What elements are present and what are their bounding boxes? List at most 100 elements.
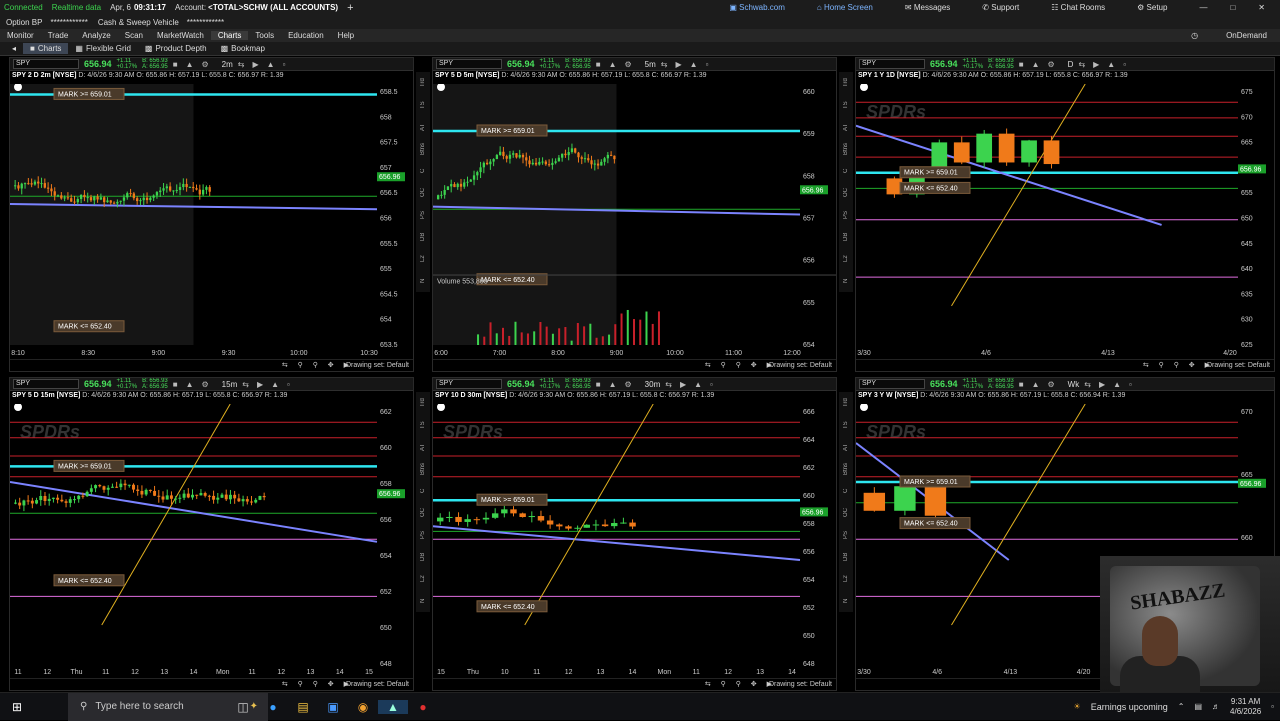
chart-panel[interactable]: SPY 656.94 +1.11 +0.17% B: 656.93 A: 656.9…	[855, 57, 1275, 372]
side-tab-at[interactable]: AT	[416, 116, 430, 138]
record-icon[interactable]: ●	[408, 700, 438, 714]
home-screen-link[interactable]: ⌂ Home Screen	[817, 3, 882, 12]
drawing-set[interactable]: Drawing set: Default	[769, 362, 832, 369]
aggregation-select[interactable]: 2m	[222, 60, 233, 69]
side-tab-ps[interactable]: PS	[416, 204, 430, 226]
side-tab-n[interactable]: N	[416, 270, 430, 292]
mark-upper-alert[interactable]: MARK >= 659.01	[899, 475, 971, 488]
mark-upper-alert[interactable]: MARK >= 659.01	[899, 166, 971, 179]
task-view-icon[interactable]: ◫	[228, 700, 258, 714]
drawing-tools-icons[interactable]: ⇆▶▲▫	[665, 380, 721, 389]
chart-toolbar-icons[interactable]: ■▲⚙	[1019, 380, 1063, 389]
side-tab-l2[interactable]: L2	[416, 248, 430, 270]
aggregation-select[interactable]: D	[1068, 60, 1074, 69]
side-tab-n[interactable]: N	[839, 270, 853, 292]
side-tab-btns[interactable]: Btns	[839, 138, 853, 160]
side-tab-c[interactable]: C	[839, 480, 853, 502]
side-tab-btns[interactable]: Btns	[416, 458, 430, 480]
account-select[interactable]: <TOTAL>SCHW (ALL ACCOUNTS)	[208, 3, 338, 12]
alert-icon[interactable]	[437, 404, 445, 411]
zoom-tools[interactable]: ⇆ ⚲ ⚲ ✥ ▶	[1143, 361, 1214, 369]
setup-link[interactable]: ⚙ Setup	[1137, 3, 1176, 12]
side-tab-l2[interactable]: L2	[839, 248, 853, 270]
clock[interactable]: 9:31 AM 4/6/2026	[1230, 697, 1261, 717]
menu-marketwatch[interactable]: MarketWatch	[150, 31, 211, 40]
side-tab-db[interactable]: DB	[839, 226, 853, 248]
mark-lower-alert[interactable]: MARK <= 652.40	[899, 181, 971, 194]
side-tab-btns[interactable]: Btns	[839, 458, 853, 480]
chart-panel[interactable]: SPY 656.94 +1.11 +0.17% B: 656.93 A: 656.9…	[9, 377, 414, 691]
chart-panel[interactable]: SPY 656.94 +1.11 +0.17% B: 656.93 A: 656.9…	[9, 57, 414, 372]
schwab-link[interactable]: ▣ Schwab.com	[729, 3, 794, 12]
symbol-input[interactable]: SPY	[13, 59, 79, 69]
edge-icon[interactable]: ●	[258, 700, 288, 714]
drawing-set[interactable]: Drawing set: Default	[1207, 362, 1270, 369]
side-tab-at[interactable]: AT	[839, 116, 853, 138]
ondemand-button[interactable]: ◷ OnDemand	[1184, 31, 1280, 40]
tab-charts[interactable]: ■ Charts	[23, 43, 69, 54]
side-tab-ts[interactable]: TS	[416, 414, 430, 436]
back-icon[interactable]: ◂	[0, 43, 23, 54]
zoom-tools[interactable]: ⇆ ⚲ ⚲ ✥ ▶	[705, 680, 776, 688]
chat-rooms-link[interactable]: ☷ Chat Rooms	[1051, 3, 1114, 12]
side-tab-oc[interactable]: OC	[839, 182, 853, 204]
side-tab-trd[interactable]: Trd	[416, 392, 430, 414]
volume-icon[interactable]: ♬	[1212, 702, 1220, 711]
tray-chevron-icon[interactable]: ⌃	[1178, 702, 1185, 711]
side-tab-l2[interactable]: L2	[839, 568, 853, 590]
chart-toolbar-icons[interactable]: ■▲⚙	[1019, 60, 1063, 69]
side-tab-at[interactable]: AT	[839, 436, 853, 458]
side-tab-trd[interactable]: Trd	[416, 72, 430, 94]
drawing-set[interactable]: Drawing set: Default	[346, 681, 409, 688]
side-tab-trd[interactable]: Trd	[839, 72, 853, 94]
side-tab-ts[interactable]: TS	[839, 414, 853, 436]
drawing-tools-icons[interactable]: ⇆▶▲▫	[1084, 380, 1140, 389]
file-explorer-icon[interactable]: ▤	[288, 700, 318, 714]
earnings-upcoming[interactable]: Earnings upcoming	[1091, 702, 1168, 712]
side-tab-ts[interactable]: TS	[416, 94, 430, 116]
maximize-icon[interactable]: □	[1230, 3, 1235, 12]
aggregation-select[interactable]: 30m	[645, 380, 661, 389]
price-chart[interactable]: SPDRs6606596586576566556546:007:008:009:…	[433, 84, 837, 359]
store-icon[interactable]: ▣	[318, 700, 348, 714]
mark-lower-alert[interactable]: MARK <= 652.40	[53, 320, 125, 333]
chrome-icon[interactable]: ◉	[348, 700, 378, 714]
drawing-tools-icons[interactable]: ⇆▶▲▫	[661, 60, 717, 69]
side-tab-ps[interactable]: PS	[839, 524, 853, 546]
symbol-input[interactable]: SPY	[436, 59, 502, 69]
notifications-icon[interactable]: ▫	[1271, 702, 1274, 711]
side-tab-c[interactable]: C	[416, 480, 430, 502]
messages-link[interactable]: ✉ Messages	[905, 3, 959, 12]
side-tab-db[interactable]: DB	[416, 226, 430, 248]
side-tab-db[interactable]: DB	[416, 546, 430, 568]
menu-analyze[interactable]: Analyze	[75, 31, 117, 40]
side-tab-oc[interactable]: OC	[839, 502, 853, 524]
side-tab-c[interactable]: C	[839, 160, 853, 182]
menu-scan[interactable]: Scan	[118, 31, 150, 40]
chart-toolbar-icons[interactable]: ■▲⚙	[596, 380, 640, 389]
alert-icon[interactable]	[860, 404, 868, 411]
side-tab-btns[interactable]: Btns	[416, 138, 430, 160]
tab-bookmap[interactable]: ▩ Bookmap	[214, 43, 272, 54]
menu-monitor[interactable]: Monitor	[0, 31, 41, 40]
close-icon[interactable]: ✕	[1258, 3, 1265, 12]
side-tab-at[interactable]: AT	[416, 436, 430, 458]
symbol-input[interactable]: SPY	[436, 379, 502, 389]
thinkorswim-icon[interactable]: ▲	[378, 699, 408, 714]
mark-lower-alert[interactable]: MARK <= 652.40	[53, 574, 125, 587]
symbol-input[interactable]: SPY	[859, 59, 925, 69]
side-tab-oc[interactable]: OC	[416, 502, 430, 524]
support-link[interactable]: ✆ Support	[982, 3, 1028, 12]
symbol-input[interactable]: SPY	[859, 379, 925, 389]
menu-education[interactable]: Education	[281, 31, 331, 40]
mark-upper-alert[interactable]: MARK >= 659.01	[53, 459, 125, 472]
mark-lower-alert[interactable]: MARK <= 652.40	[899, 517, 971, 530]
chart-toolbar-icons[interactable]: ■▲⚙	[173, 60, 217, 69]
mark-lower-alert[interactable]: MARK <= 652.40	[476, 600, 548, 613]
drawing-tools-icons[interactable]: ⇆▶▲▫	[242, 380, 298, 389]
side-tab-n[interactable]: N	[416, 590, 430, 612]
side-tab-ps[interactable]: PS	[416, 524, 430, 546]
price-chart[interactable]: SPDRs6756706656606556506456406356306253/…	[856, 84, 1275, 359]
zoom-tools[interactable]: ⇆ ⚲ ⚲ ✥ ▶	[282, 680, 353, 688]
side-tab-oc[interactable]: OC	[416, 182, 430, 204]
